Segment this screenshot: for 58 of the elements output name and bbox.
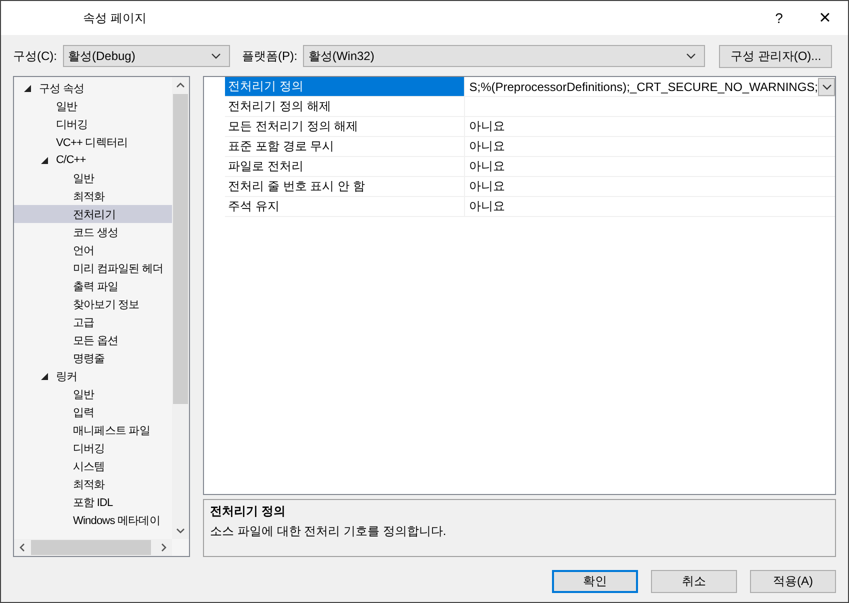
property-name[interactable]: 전처리기 정의 — [225, 77, 466, 96]
chevron-down-icon — [822, 84, 832, 90]
tree-item[interactable]: 일반 — [14, 385, 172, 403]
horizontal-scrollbar[interactable] — [14, 539, 172, 556]
scroll-right-icon[interactable] — [159, 543, 168, 552]
property-value[interactable]: 아니요 — [465, 118, 835, 135]
configuration-label: 구성(C): — [13, 48, 57, 64]
scroll-up-icon[interactable] — [176, 81, 186, 90]
tree-item[interactable]: 코드 생성 — [14, 223, 172, 241]
scroll-left-icon[interactable] — [18, 543, 27, 552]
window-title: 속성 페이지 — [83, 10, 148, 26]
platform-label: 플랫폼(P): — [242, 48, 298, 64]
expanded-triangle-icon[interactable] — [24, 84, 31, 92]
chevron-down-icon — [211, 53, 221, 59]
help-button[interactable]: ? — [756, 1, 802, 35]
expanded-triangle-icon[interactable] — [41, 372, 48, 380]
tree-item[interactable]: 미리 컴파일된 헤더 — [14, 259, 172, 277]
close-button[interactable]: × — [802, 1, 848, 35]
dialog-button[interactable]: 취소 — [651, 570, 737, 593]
tree-item[interactable]: 일반 — [14, 169, 172, 187]
property-value[interactable]: 아니요 — [465, 138, 835, 155]
tree-item[interactable]: 디버깅 — [14, 115, 172, 133]
vertical-scrollbar[interactable] — [172, 77, 190, 539]
description-text: 소스 파일에 대한 전처리 기호를 정의합니다. — [210, 523, 448, 540]
tree-item[interactable]: 매니페스트 파일 — [14, 421, 172, 439]
description-title: 전처리기 정의 — [210, 503, 287, 520]
platform-dropdown[interactable]: 활성(Win32) — [303, 45, 706, 67]
tree-item[interactable]: 전처리기 — [14, 205, 172, 223]
tree-item[interactable]: 언어 — [14, 241, 172, 259]
property-value[interactable]: 아니요 — [465, 178, 835, 195]
property-value[interactable]: 아니요 — [465, 198, 835, 215]
property-value[interactable]: S;%(PreprocessorDefinitions);_CRT_SECURE_NO_WARNINGS; — [465, 80, 818, 94]
tree-item[interactable]: 포함 IDL — [14, 493, 172, 511]
tree-item[interactable]: 링커 — [14, 367, 172, 385]
chevron-down-icon — [686, 53, 696, 59]
tree-item[interactable]: 출력 파일 — [14, 277, 172, 295]
tree-item[interactable]: 디버깅 — [14, 439, 172, 457]
configuration-dropdown[interactable]: 활성(Debug) — [63, 45, 230, 67]
tree-item[interactable]: Windows 메타데이 — [14, 511, 172, 529]
tree-item[interactable]: 입력 — [14, 403, 172, 421]
tree-item[interactable]: 최적화 — [14, 475, 172, 493]
tree-item[interactable]: 구성 속성 — [14, 79, 172, 97]
configuration-manager-button[interactable]: 구성 관리자(O)... — [719, 44, 832, 68]
tree-item[interactable]: C/C++ — [14, 151, 172, 169]
scroll-down-icon[interactable] — [176, 526, 186, 535]
tree-item[interactable]: 모든 옵션 — [14, 331, 172, 349]
expanded-triangle-icon[interactable] — [41, 156, 48, 164]
tree-item[interactable]: 최적화 — [14, 187, 172, 205]
dialog-button[interactable]: 확인 — [552, 570, 638, 593]
tree-item[interactable]: VC++ 디렉터리 — [14, 133, 172, 151]
tree-item[interactable]: 일반 — [14, 97, 172, 115]
dialog-button[interactable]: 적용(A) — [750, 570, 836, 593]
tree-item[interactable]: 시스템 — [14, 457, 172, 475]
tree-item[interactable]: 명령줄 — [14, 349, 172, 367]
property-value[interactable]: 아니요 — [465, 158, 835, 175]
tree-item[interactable]: 찾아보기 정보 — [14, 295, 172, 313]
dropdown-button[interactable] — [818, 78, 835, 96]
tree-item[interactable]: 고급 — [14, 313, 172, 331]
